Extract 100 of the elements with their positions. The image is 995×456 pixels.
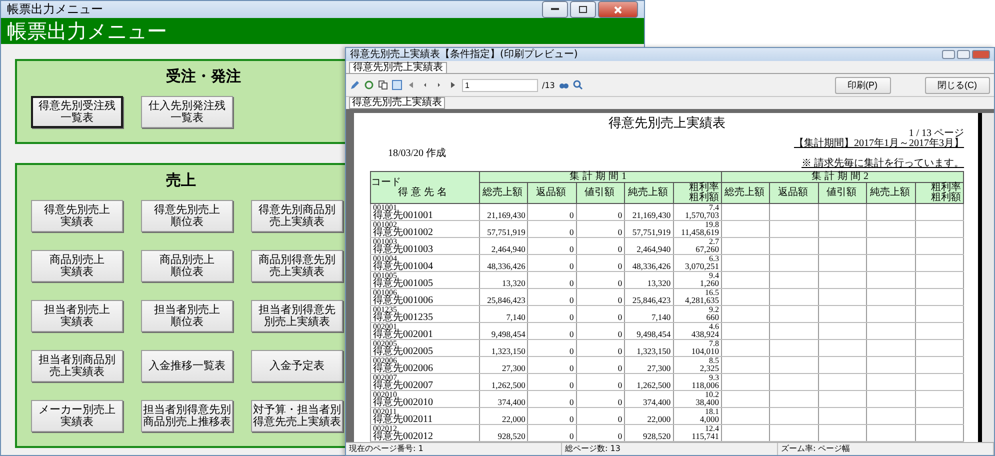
report-button[interactable]: 得意先別商品別 売上実績表 <box>251 200 343 232</box>
page-total: /13 <box>542 80 555 90</box>
minimize-icon <box>551 8 559 11</box>
table-cell: 0 <box>576 272 625 288</box>
column-header: 純売上額 <box>866 182 916 204</box>
report-button[interactable]: 対予算・担当者別 得意先売上実績表 <box>251 400 343 432</box>
report-button[interactable]: 入金推移一覧表 <box>141 350 233 382</box>
table-cell: 0 <box>528 272 576 288</box>
table-cell: 0 <box>528 356 576 374</box>
column-header: コード 得意先名 <box>370 172 480 204</box>
note-text: ※ 請求先毎に集計を行っています。 <box>802 159 964 169</box>
table-cell: 928,520 <box>624 424 674 442</box>
window-title: 得意先別売上実績表【条件指定】(印刷プレビュー) <box>350 50 578 60</box>
table-cell: 0 <box>528 204 576 220</box>
pencil-icon[interactable] <box>350 80 360 90</box>
refresh-icon[interactable] <box>364 80 374 90</box>
table-cell: 0 <box>576 220 625 238</box>
table-cell: 0 <box>576 306 625 322</box>
close-button[interactable] <box>598 1 638 18</box>
report-button[interactable]: 担当者別売上 実績表 <box>31 300 123 332</box>
report-button[interactable]: 得意先別売上 実績表 <box>31 200 123 232</box>
table-cell: 22,000 <box>480 408 528 424</box>
table-cell: 13,320 <box>624 272 674 288</box>
page-icon[interactable] <box>392 80 402 90</box>
table-cell: 9.3 118,006 <box>673 374 722 390</box>
table-cell: 27,300 <box>624 356 674 374</box>
report-tab[interactable]: 得意先別売上実績表 <box>349 62 447 73</box>
table-cell: 21,169,430 <box>624 204 674 220</box>
table-cell: 16.5 4,281,635 <box>673 288 722 306</box>
table-cell: 0 <box>528 254 576 272</box>
column-header: 値引額 <box>576 182 625 204</box>
table-cell: 25,846,423 <box>480 288 528 306</box>
table-cell: 0 <box>528 288 576 306</box>
report-button[interactable]: メーカー別売上 実績表 <box>31 400 123 432</box>
copy-icon[interactable] <box>378 80 388 90</box>
page-count: 1 / 13 ページ <box>908 129 964 139</box>
table-cell: 0 <box>576 374 625 390</box>
column-header: 純売上額 <box>624 182 674 204</box>
table-cell: 0 <box>576 390 625 408</box>
page-number-field[interactable]: 1 <box>462 78 538 92</box>
report-button[interactable]: 担当者別得意先 別売上実績表 <box>251 300 343 332</box>
report-button[interactable]: 商品別売上 実績表 <box>31 250 123 282</box>
table-cell: 1,323,150 <box>480 340 528 356</box>
table-cell: 27,300 <box>480 356 528 374</box>
table-cell: 0 <box>576 424 625 442</box>
table-cell: 001001 得意先001001 <box>370 204 480 220</box>
table-cell: 0 <box>528 340 576 356</box>
zoom-icon[interactable] <box>572 80 583 90</box>
table-cell: 001002 得意先001002 <box>370 220 480 238</box>
report-button[interactable]: 担当者別売上 順位表 <box>141 300 233 332</box>
minimize-button[interactable] <box>542 1 568 18</box>
table-cell: 0 <box>528 408 576 424</box>
table-cell: 57,751,919 <box>624 220 674 238</box>
report-button[interactable]: 入金予定表 <box>251 350 343 382</box>
table-cell: 7.8 104,010 <box>673 340 722 356</box>
table-cell: 001235 得意先001235 <box>370 306 480 322</box>
table-cell: 0 <box>576 204 625 220</box>
report-button[interactable]: 商品別売上 順位表 <box>141 250 233 282</box>
table-cell: 0 <box>576 238 625 254</box>
report-button[interactable]: 担当者別得意先別 商品別売上推移表 <box>141 400 233 432</box>
table-cell: 2.7 67,260 <box>673 238 722 254</box>
report-button[interactable]: 担当者別商品別 売上実績表 <box>31 350 123 382</box>
table-cell: 12.4 115,741 <box>673 424 722 442</box>
table-cell: 0 <box>528 390 576 408</box>
table-cell: 0 <box>528 306 576 322</box>
menu-header: 帳票出力メニュー <box>1 18 644 44</box>
column-header: 粗利率 粗利額 <box>673 182 722 204</box>
table-cell: 001004 得意先001004 <box>370 254 480 272</box>
table-cell: 002007 得意先002007 <box>370 374 480 390</box>
close-preview-button[interactable]: 閉じる(C) <box>924 76 990 94</box>
period-header: 集計期間2 <box>721 172 964 182</box>
report-button[interactable]: 得意先別売上 順位表 <box>141 200 233 232</box>
status-text: 現在のページ番号: 1 <box>346 443 562 455</box>
table-cell: 19.8 11,458,619 <box>673 220 722 238</box>
report-tab[interactable]: 得意先別売上実績表 <box>349 97 445 109</box>
maximize-button[interactable] <box>570 1 596 18</box>
column-header: 総売上額 <box>721 182 770 204</box>
report-button[interactable]: 商品別得意先別 売上実績表 <box>251 250 343 282</box>
table-cell: 13,320 <box>480 272 528 288</box>
period-label: 【集計期間】2017年1月～2017年3月】 <box>794 139 964 149</box>
status-text: ズーム率: ページ幅 <box>778 443 994 455</box>
table-cell: 6.3 3,070,251 <box>673 254 722 272</box>
maximize-icon <box>579 6 587 13</box>
table-cell: 0 <box>576 254 625 272</box>
print-button[interactable]: 印刷(P) <box>834 76 890 94</box>
table-cell: 9.4 1,260 <box>673 272 722 288</box>
window-title: 帳票出力メニュー <box>7 1 103 18</box>
table-cell: 2,464,940 <box>480 238 528 254</box>
table-cell: 0 <box>528 424 576 442</box>
created-date: 18/03/20 作成 <box>388 149 448 159</box>
table-cell: 1,323,150 <box>624 340 674 356</box>
group-title: 受注・発注 <box>166 67 241 86</box>
report-button[interactable]: 仕入先別発注残 一覧表 <box>141 96 233 128</box>
table-cell: 002010 得意先002010 <box>370 390 480 408</box>
table-cell: 1,262,500 <box>480 374 528 390</box>
scrollbar[interactable] <box>978 113 994 442</box>
report-button[interactable]: 得意先別受注残 一覧表 <box>31 96 123 128</box>
table-cell: 0 <box>528 322 576 340</box>
table-cell: 0 <box>528 220 576 238</box>
column-header: 粗利率 粗利額 <box>915 182 964 204</box>
